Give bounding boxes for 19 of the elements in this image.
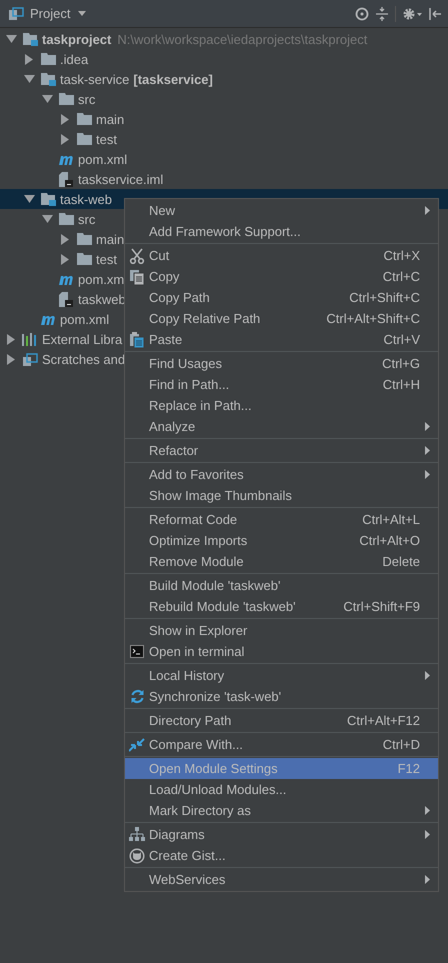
tree-label: main [96,112,124,126]
tree-label: task-web [60,192,112,206]
tree-label: External Libra [42,332,122,346]
tree-label: taskproject [42,32,112,46]
tree-label: taskservice.iml [78,172,164,186]
tree-label: main [96,232,124,246]
tree-label: Scratches and [42,352,126,366]
tree-label: test [96,132,117,146]
tree-label: pom.xm [78,272,124,286]
module-name: [taskservice] [133,72,213,86]
tree-label: task-service [60,72,130,86]
tree-label: .idea [60,52,88,66]
tree-label: taskweb [78,292,126,306]
tree-label: pom.xml [60,312,110,326]
project-path: N:\work\workspace\iedaprojects\taskproject [117,32,368,46]
tree-label: pom.xml [78,152,128,166]
tree-label: src [78,212,96,226]
tree-label: src [78,92,96,106]
tree-label: test [96,252,117,266]
